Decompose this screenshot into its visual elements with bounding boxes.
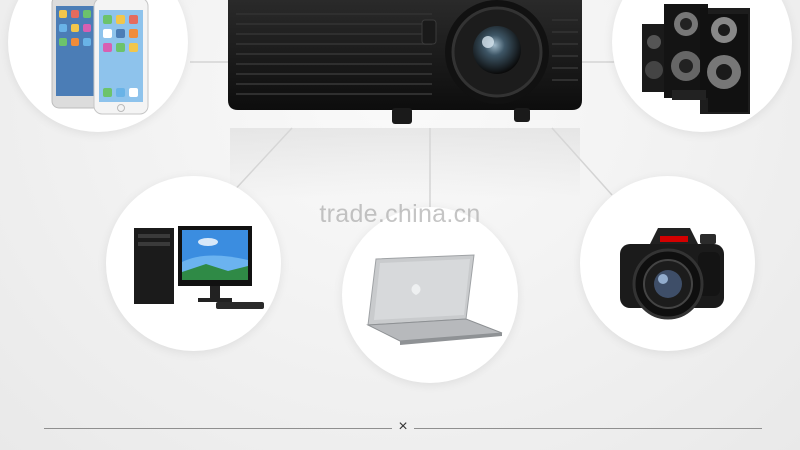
laptop-icon — [366, 254, 503, 345]
projector-icon — [228, 0, 582, 124]
speakers-icon — [642, 4, 750, 114]
speakers-bubble — [612, 0, 792, 132]
projector-reflection — [230, 128, 580, 198]
smartphones-icon — [51, 0, 149, 115]
product-scene: trade.china.cn × — [0, 0, 800, 450]
close-icon[interactable]: × — [396, 418, 410, 436]
divider-line-left — [44, 428, 392, 429]
divider-line-right — [414, 428, 762, 429]
phones-bubble — [8, 0, 188, 132]
laptop-bubble — [342, 207, 518, 383]
watermark: trade.china.cn — [319, 200, 481, 228]
